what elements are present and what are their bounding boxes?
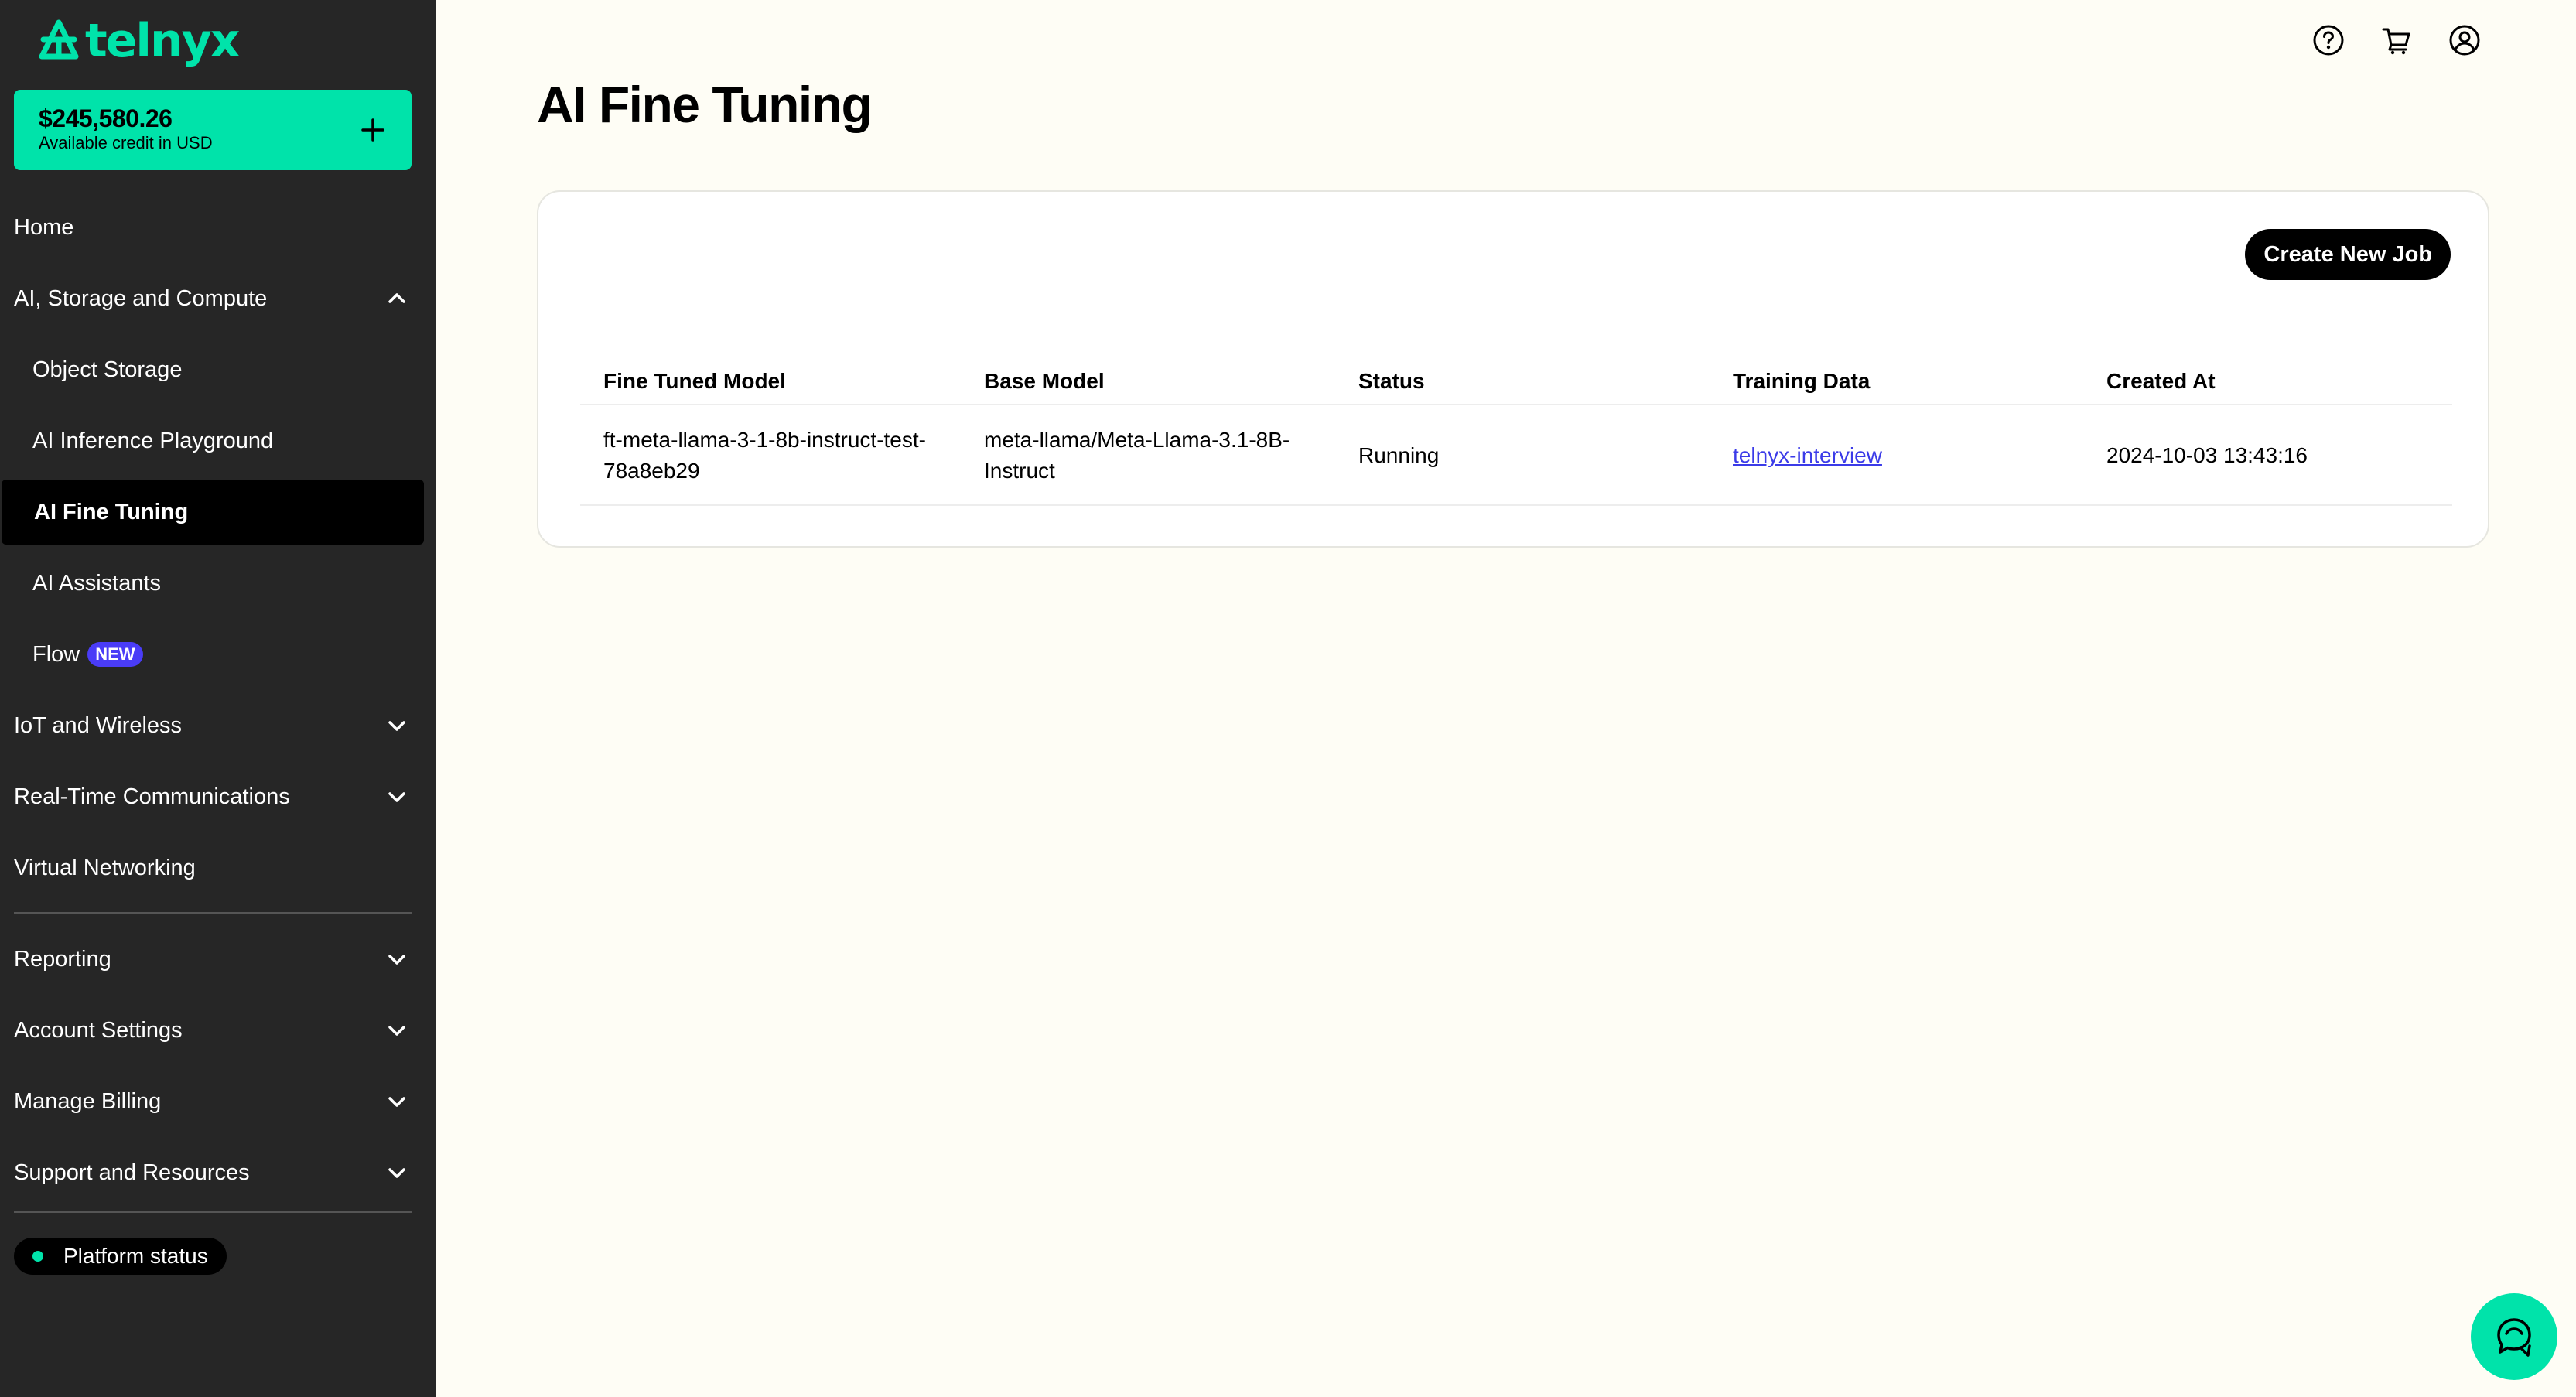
- chevron-down-icon: [388, 955, 405, 965]
- chevron-down-icon: [388, 1097, 405, 1107]
- sidebar-item-manage-billing[interactable]: Manage Billing: [0, 1069, 436, 1134]
- sidebar-divider: [14, 1211, 412, 1213]
- fine-tuning-jobs-panel: Create New Job Fine Tuned Model Base Mod…: [537, 190, 2489, 548]
- sidebar-item-label: Manage Billing: [14, 1088, 162, 1114]
- cart-icon: [2382, 28, 2410, 55]
- platform-status-button[interactable]: Platform status: [14, 1238, 227, 1275]
- new-badge: NEW: [87, 642, 143, 667]
- sidebar-item-real-time-communications[interactable]: Real-Time Communications: [0, 764, 436, 829]
- sidebar-item-ai-inference-playground[interactable]: AI Inference Playground: [0, 408, 436, 473]
- sidebar-divider: [14, 912, 412, 914]
- platform-status-label: Platform status: [63, 1244, 208, 1268]
- sidebar-item-label: Real-Time Communications: [14, 784, 290, 809]
- sidebar-item-virtual-networking[interactable]: Virtual Networking: [0, 835, 436, 900]
- fine-tuned-model-value: ft-meta-llama-3-1-8b-instruct-test-78a8e…: [603, 428, 926, 483]
- chevron-up-icon: [388, 293, 405, 303]
- credit-balance-card[interactable]: $245,580.26 Available credit in USD: [14, 90, 412, 170]
- app-root: telnyx $245,580.26 Available credit in U…: [0, 0, 2576, 1397]
- sidebar-item-label: AI Inference Playground: [32, 428, 274, 453]
- sidebar-item-label: Flow: [32, 641, 80, 667]
- sidebar-item-account-settings[interactable]: Account Settings: [0, 998, 436, 1063]
- column-header-training-data[interactable]: Training Data: [1733, 357, 2058, 405]
- cart-button[interactable]: [2380, 23, 2414, 57]
- base-model-value: meta-llama/Meta-Llama-3.1-8B-Instruct: [984, 428, 1290, 483]
- sidebar-item-support-resources[interactable]: Support and Resources: [0, 1140, 436, 1205]
- credit-label: Available credit in USD: [39, 133, 213, 152]
- status-dot-icon: [32, 1251, 43, 1262]
- chevron-down-icon: [388, 792, 405, 802]
- sidebar-item-label: Support and Resources: [14, 1160, 250, 1185]
- account-button[interactable]: [2448, 23, 2482, 57]
- chevron-down-icon: [388, 1026, 405, 1036]
- cell-training-data: telnyx-interview: [1733, 405, 2058, 506]
- status-value: Running: [1358, 443, 1440, 467]
- sidebar: telnyx $245,580.26 Available credit in U…: [0, 0, 436, 1397]
- sidebar-item-ai-assistants[interactable]: AI Assistants: [0, 551, 436, 616]
- sidebar-item-label: Account Settings: [14, 1017, 183, 1043]
- created-at-value: 2024-10-03 13:43:16: [2106, 443, 2308, 467]
- sidebar-item-label: Virtual Networking: [14, 855, 196, 880]
- table-header: Fine Tuned Model Base Model Status Train…: [580, 357, 2452, 405]
- sidebar-item-object-storage[interactable]: Object Storage: [0, 337, 436, 402]
- cell-status: Running: [1358, 405, 1668, 506]
- chat-support-icon: [2497, 1318, 2531, 1357]
- cell-fine-tuned-model: ft-meta-llama-3-1-8b-instruct-test-78a8e…: [603, 405, 959, 506]
- column-header-base-model[interactable]: Base Model: [984, 357, 1309, 405]
- sidebar-item-label: AI Assistants: [32, 570, 162, 596]
- sidebar-item-ai-fine-tuning[interactable]: AI Fine Tuning: [2, 480, 424, 545]
- sidebar-item-label: AI Fine Tuning: [34, 499, 189, 524]
- chevron-down-icon: [388, 721, 405, 731]
- sidebar-item-iot-wireless[interactable]: IoT and Wireless: [0, 693, 436, 758]
- jobs-table: Fine Tuned Model Base Model Status Train…: [580, 357, 2452, 506]
- help-icon: [2313, 25, 2344, 56]
- sidebar-item-label: Reporting: [14, 946, 111, 972]
- sidebar-item-label: Object Storage: [32, 357, 183, 382]
- cell-created-at: 2024-10-03 13:43:16: [2106, 405, 2447, 506]
- sidebar-item-flow[interactable]: Flow NEW: [0, 622, 436, 687]
- column-header-status[interactable]: Status: [1358, 357, 1668, 405]
- sidebar-item-label: AI, Storage and Compute: [14, 285, 268, 311]
- training-data-link[interactable]: telnyx-interview: [1733, 440, 1882, 471]
- sidebar-item-home[interactable]: Home: [0, 195, 436, 260]
- logo-text: telnyx: [85, 14, 240, 68]
- sidebar-item-label: Home: [14, 214, 74, 240]
- sidebar-item-ai-storage-compute[interactable]: AI, Storage and Compute: [0, 266, 436, 331]
- create-new-job-button[interactable]: Create New Job: [2245, 229, 2451, 280]
- plus-icon: [361, 118, 384, 142]
- add-credit-button[interactable]: [353, 110, 393, 150]
- telnyx-logo-icon: [39, 19, 79, 60]
- page-title: AI Fine Tuning: [537, 76, 873, 133]
- help-button[interactable]: [2311, 23, 2345, 57]
- column-header-created-at[interactable]: Created At: [2106, 357, 2447, 405]
- column-header-fine-tuned-model[interactable]: Fine Tuned Model: [603, 357, 959, 405]
- chat-support-button[interactable]: [2471, 1293, 2557, 1380]
- cell-base-model: meta-llama/Meta-Llama-3.1-8B-Instruct: [984, 405, 1309, 506]
- credit-amount: $245,580.26: [39, 104, 173, 132]
- chevron-down-icon: [388, 1168, 405, 1178]
- sidebar-item-label: IoT and Wireless: [14, 712, 183, 738]
- account-icon: [2449, 25, 2480, 56]
- table-row[interactable]: ft-meta-llama-3-1-8b-instruct-test-78a8e…: [580, 405, 2452, 506]
- telnyx-logo[interactable]: telnyx: [37, 14, 240, 68]
- sidebar-item-reporting[interactable]: Reporting: [0, 927, 436, 992]
